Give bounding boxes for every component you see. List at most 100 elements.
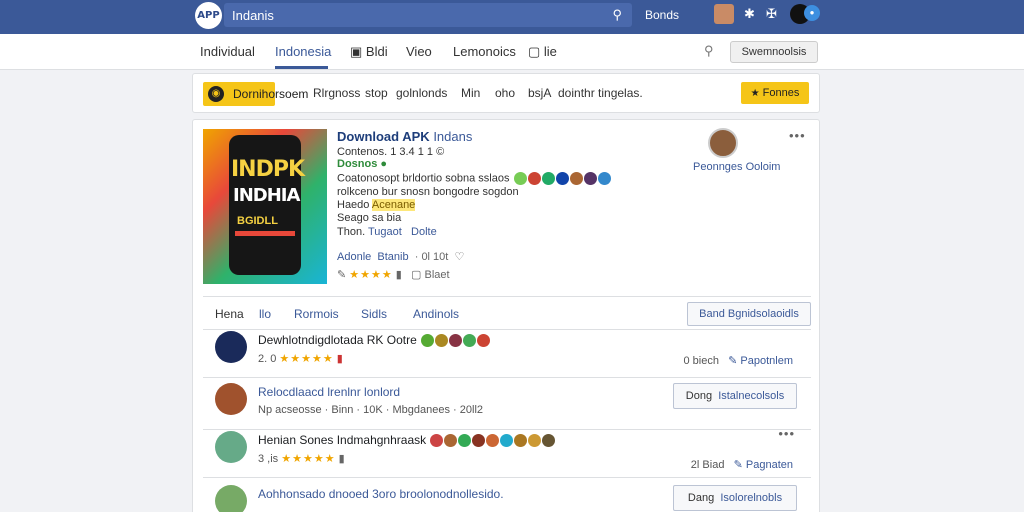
tab-lemonoics[interactable]: Lemonoics	[453, 44, 516, 59]
row-button-prefix: Dang	[687, 492, 715, 504]
avatar-dot	[528, 434, 542, 448]
avatar-dot	[583, 172, 597, 185]
puzzle-icon[interactable]: ✠	[766, 6, 777, 22]
promo-pill[interactable]: ◉ Dornihorsoem	[203, 82, 308, 106]
avatar-dot	[477, 334, 491, 348]
row-button-prefix: Dong	[685, 390, 713, 402]
avatar-dot	[444, 434, 458, 448]
app-rating-row: ✎ ★★★★ ▮ ▢ Blaet	[337, 268, 450, 281]
app-logo[interactable]: APP	[195, 2, 222, 29]
user-name[interactable]: Bonds	[645, 8, 679, 22]
promo-button[interactable]: ★ Fonnes	[741, 82, 809, 104]
row-avatar	[215, 485, 247, 512]
promo-pill-label: Dornihorsoem	[233, 87, 309, 101]
app-meta: Contenos. 1 3.4 1 1 ©	[337, 146, 445, 158]
search-box[interactable]: Indanis ⚲	[224, 3, 632, 27]
author-avatar[interactable]	[708, 128, 738, 158]
row-side-count: 2l Biad	[690, 459, 725, 471]
subtab-llo[interactable]: llo	[259, 307, 271, 321]
search-icon[interactable]: ⚲	[612, 7, 622, 23]
app-desc-5-link-1[interactable]: Tugaot	[368, 226, 402, 238]
row-title-text: Henian Sones Indmahgnhraask	[258, 433, 427, 447]
nav-search-icon[interactable]: ⚲	[704, 43, 714, 59]
avatar-dot	[449, 334, 463, 348]
star-icon: ★	[750, 88, 760, 99]
tab-vieo[interactable]: Vieo	[406, 44, 432, 59]
row-title: Aohhonsado dnooed 3oro broolonodnollesid…	[258, 487, 504, 501]
sub-tabs: Hena llo Rormois Sidls Andinols Band Bgn…	[203, 296, 811, 330]
cover-text-2: INDHIA	[233, 185, 300, 206]
settings-icon[interactable]: ✱	[744, 6, 755, 22]
promo-button-label: Fonnes	[762, 87, 800, 99]
tab-individual[interactable]: Individual	[200, 44, 255, 59]
avatar-dot	[514, 434, 528, 448]
avatar-dot	[527, 172, 541, 185]
promo-text-4: Min	[461, 86, 481, 100]
app-title[interactable]: Download APK Indans	[337, 129, 472, 144]
app-desc-1: Coatonosopt brldortio sobna sslaos	[337, 172, 611, 185]
promo-pill-icon: ◉	[208, 86, 224, 102]
subtab-hena[interactable]: Hena	[215, 307, 244, 321]
row-action-button[interactable]: Dong Istalnecolsols	[673, 383, 797, 409]
tab-bldi-label: Bldi	[365, 44, 388, 59]
app-desc-5-prefix: Thon.	[337, 226, 366, 238]
tab-indonesia[interactable]: Indonesia	[275, 44, 331, 59]
row-title-text: Dewhlotndigdlotada RK Ootre	[258, 333, 417, 347]
search-input[interactable]: Indanis	[232, 8, 274, 23]
author-name[interactable]: Peonnges Ooloim	[693, 161, 780, 173]
flag-icon: ▮	[336, 353, 343, 365]
row-side-link[interactable]: Pagnaten	[746, 459, 793, 471]
subtab-rormois[interactable]: Rormois	[294, 307, 339, 321]
row-action-button[interactable]: Dang Isolorelnobls	[673, 485, 797, 511]
rating-stars: ★★★★★	[281, 453, 336, 465]
rating-stars: ★★★★	[349, 269, 393, 281]
active-tab-underline	[275, 66, 328, 69]
row-meta-count: 2. 0	[258, 353, 277, 365]
heart-icon[interactable]: ♡	[454, 251, 464, 263]
tab-bldi[interactable]: ▣ Bldi	[350, 44, 388, 60]
app-link-2[interactable]: Btanib	[377, 251, 408, 263]
app-desc-5-link-2[interactable]: Dolte	[411, 226, 437, 238]
app-desc-4: Seago sa bia	[337, 212, 402, 224]
row-side-link[interactable]: Papotnlem	[740, 355, 793, 367]
avatar-dot	[463, 334, 477, 348]
app-link-row: Adonle Btanib · 0l 10t ♡	[337, 250, 464, 263]
list-item[interactable]: Dewhlotndigdlotada RK Ootre 2. 0 ★★★★★ ▮…	[203, 326, 811, 378]
row-button-link: Isolorelnobls	[720, 492, 783, 504]
avatar-dot	[472, 434, 486, 448]
promo-text-2: stop	[365, 86, 388, 100]
user-avatar[interactable]	[714, 4, 734, 24]
more-icon[interactable]: •••	[789, 128, 806, 143]
row-button-link: Istalnecolsols	[718, 390, 785, 402]
tab-lie[interactable]: ▢ lie	[528, 44, 557, 60]
subtab-action-button[interactable]: Band Bgnidsolaoidls	[687, 302, 811, 326]
row-more-icon[interactable]: •••	[778, 426, 795, 441]
list-item[interactable]: Relocdlaacd lrenlnr lonlord Np acseosse …	[203, 378, 811, 430]
list-item[interactable]: Aohhonsado dnooed 3oro broolonodnollesid…	[203, 480, 811, 512]
subtab-sidls[interactable]: Sidls	[361, 307, 387, 321]
cover-text-1: INDPK	[231, 157, 305, 182]
link-icon[interactable]: ✎	[734, 459, 743, 471]
avatar-dot	[500, 434, 514, 448]
row-avatar	[215, 331, 247, 363]
list-item[interactable]: Henian Sones Indmahgnhraask 3 ,is ★★★★★ …	[203, 426, 811, 478]
avatar-dot	[597, 172, 611, 185]
like-icon[interactable]: ✎	[337, 269, 346, 281]
avatar-dot	[555, 172, 569, 185]
app-link-1[interactable]: Adonle	[337, 251, 371, 263]
row-meta: 3 ,is ★★★★★ ▮	[258, 452, 345, 465]
messenger-icon[interactable]: ●	[804, 5, 820, 21]
bookmark-icon[interactable]: ▢	[411, 269, 421, 281]
app-desc-2: rolkceno bur snosn bongodre sogdon	[337, 186, 519, 198]
nav-right-button[interactable]: Swemnoolsis	[730, 41, 818, 63]
promo-text-5: oho	[495, 86, 516, 100]
rating-text: Blaet	[424, 269, 450, 281]
row-avatar	[215, 431, 247, 463]
subtab-andinols[interactable]: Andinols	[413, 307, 459, 321]
app-cover-image[interactable]: INDPK INDHIA BGIDLL	[203, 129, 327, 284]
row-title: Dewhlotndigdlotada RK Ootre	[258, 333, 491, 348]
avatar-dot	[513, 172, 527, 185]
app-desc-1-text: Coatonosopt brldortio sobna sslaos	[337, 172, 510, 185]
link-icon[interactable]: ✎	[728, 355, 737, 367]
row-title: Henian Sones Indmahgnhraask	[258, 433, 556, 448]
